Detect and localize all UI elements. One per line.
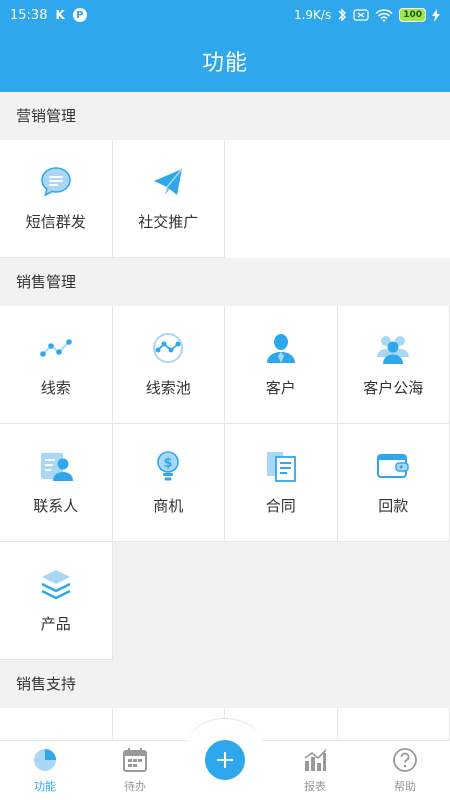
grid-item-label: 客户公海 [363, 379, 424, 397]
product-layers-icon [39, 567, 73, 601]
grid-item-social[interactable]: 社交推广 [112, 140, 225, 258]
grid-item-sms[interactable]: 短信群发 [0, 140, 113, 258]
sms-bubble-icon [39, 165, 73, 199]
wifi-icon [375, 8, 393, 22]
charging-icon [432, 8, 440, 22]
grid-item-contacts[interactable]: 联系人 [0, 424, 113, 542]
grid-item-partial[interactable] [337, 708, 450, 740]
grid-item-payment[interactable]: 回款 [337, 424, 450, 542]
section-header-marketing: 营销管理 [0, 92, 450, 140]
grid-item-opportunity[interactable]: $ 商机 [112, 424, 225, 542]
grid-item-label: 回款 [378, 497, 409, 515]
grid-empty [337, 542, 450, 660]
grid-empty [225, 542, 338, 660]
grid-item-leads[interactable]: 线索 [0, 306, 113, 424]
grid-item-label: 合同 [265, 497, 296, 515]
svg-text:$: $ [164, 456, 173, 471]
sales-grid: 线索 线索池 客户 客户公海 联系人 $ 商机 合同 回款 产品 [0, 306, 450, 660]
plus-icon [217, 752, 233, 768]
grid-item-label: 产品 [40, 615, 71, 633]
page-title: 功能 [0, 30, 450, 92]
k-app-icon: K [55, 8, 65, 22]
pie-chart-icon [31, 746, 59, 774]
wallet-icon [376, 449, 410, 483]
grid-item-label: 客户 [265, 379, 296, 397]
bar-chart-icon [301, 746, 329, 774]
lead-pool-icon [151, 331, 185, 365]
opportunity-bulb-icon: $ [151, 449, 185, 483]
contact-card-icon [39, 449, 73, 483]
marketing-grid: 短信群发 社交推广 [0, 140, 450, 258]
grid-item-product[interactable]: 产品 [0, 542, 113, 660]
network-speed: 1.9K/s [293, 8, 332, 22]
tab-help[interactable]: 帮助 [360, 741, 450, 800]
customer-icon [264, 331, 298, 365]
battery-level: 100 [399, 8, 426, 22]
grid-item-label: 线索池 [145, 379, 191, 397]
grid-item-customer[interactable]: 客户 [225, 306, 338, 424]
grid-empty [112, 542, 225, 660]
function-list[interactable]: 营销管理 短信群发 社交推广 销售管理 线索 线索池 客户 客户公海 联系人 $… [0, 92, 450, 740]
grid-item-partial[interactable] [0, 708, 113, 740]
status-bar: 15:38 K P 1.9K/s 100 [0, 0, 450, 30]
tab-reports[interactable]: 报表 [270, 741, 360, 800]
contract-icon [264, 449, 298, 483]
tab-label: 功能 [34, 780, 56, 793]
help-icon [391, 746, 419, 774]
lead-line-icon [39, 331, 73, 365]
section-header-support: 销售支持 [0, 660, 450, 708]
tab-todo[interactable]: 待办 [90, 741, 180, 800]
tab-label: 帮助 [394, 780, 416, 793]
grid-empty [337, 140, 450, 258]
section-header-sales: 销售管理 [0, 258, 450, 306]
calendar-icon [121, 746, 149, 774]
grid-item-label: 社交推广 [138, 213, 199, 231]
grid-item-customer-pool[interactable]: 客户公海 [337, 306, 450, 424]
sim-icon [353, 9, 369, 21]
grid-item-contract[interactable]: 合同 [225, 424, 338, 542]
bluetooth-icon [338, 8, 347, 22]
grid-empty [225, 140, 338, 258]
grid-item-label: 短信群发 [25, 213, 86, 231]
grid-item-lead-pool[interactable]: 线索池 [112, 306, 225, 424]
tab-label: 待办 [124, 780, 146, 793]
tab-label: 报表 [304, 780, 326, 793]
grid-item-label: 商机 [153, 497, 184, 515]
customer-pool-icon [376, 331, 410, 365]
p-app-icon: P [72, 8, 87, 22]
grid-item-label: 联系人 [33, 497, 79, 515]
grid-item-label: 线索 [40, 379, 71, 397]
status-time: 15:38 [10, 7, 48, 23]
tab-functions[interactable]: 功能 [0, 741, 90, 800]
add-button[interactable] [205, 740, 245, 780]
paper-plane-icon [151, 165, 185, 199]
